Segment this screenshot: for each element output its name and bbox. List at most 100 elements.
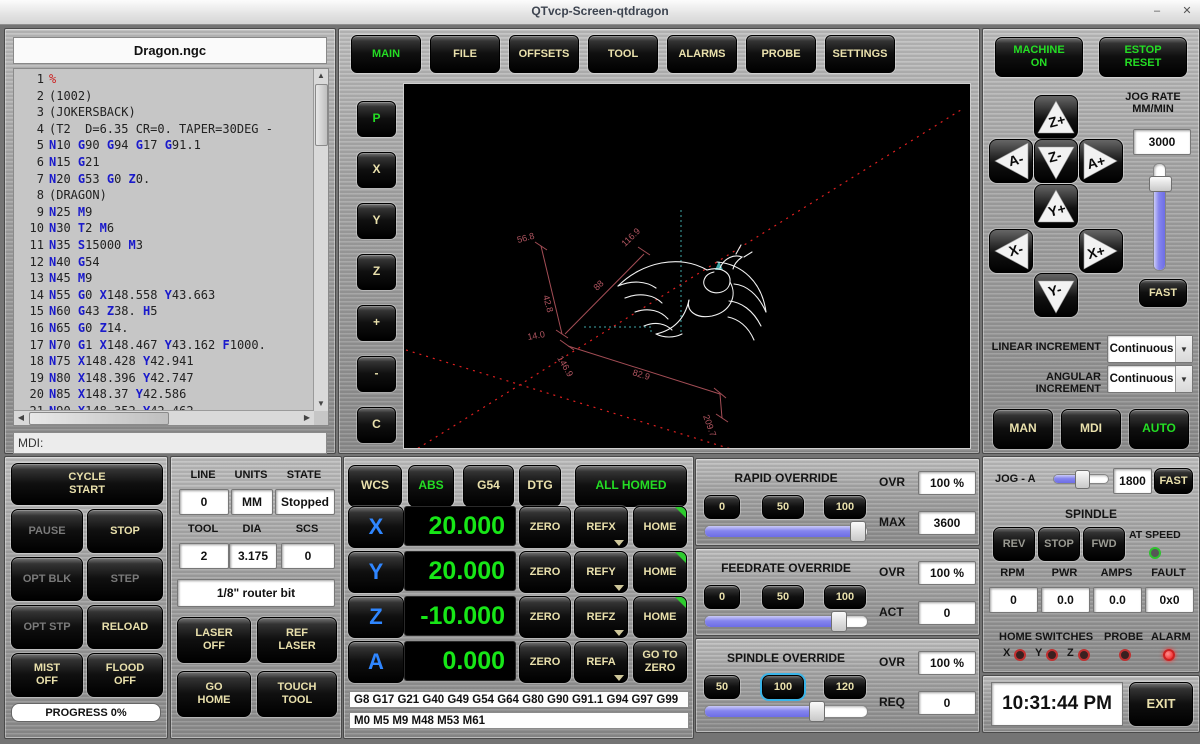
view-button-c[interactable]: C — [357, 407, 396, 443]
jog-rate-slider[interactable] — [1153, 163, 1166, 271]
override-preset-50[interactable]: 50 — [762, 585, 804, 609]
tab-alarms[interactable]: ALARMS — [667, 35, 737, 73]
override-slider[interactable] — [704, 525, 868, 538]
override-preset-50[interactable]: 50 — [704, 675, 740, 699]
zero-y-button[interactable]: ZERO — [519, 551, 571, 593]
override-slider[interactable] — [704, 705, 868, 718]
chevron-down-icon[interactable]: ▼ — [1175, 366, 1192, 392]
step-button[interactable]: STEP — [87, 557, 163, 601]
zero-x-button[interactable]: ZERO — [519, 506, 571, 548]
exit-button[interactable]: EXIT — [1129, 682, 1193, 726]
reload-button[interactable]: RELOAD — [87, 605, 163, 649]
jog-x-minus-button[interactable]: X- — [989, 229, 1033, 273]
override-slider[interactable] — [704, 615, 868, 628]
jog-fast-button[interactable]: FAST — [1139, 279, 1187, 307]
wcs-button[interactable]: WCS — [348, 465, 402, 507]
jog-y-minus-button[interactable]: Y- — [1034, 273, 1078, 317]
jog-a-minusplus-button[interactable]: A+ — [1079, 139, 1123, 183]
ref-a-button[interactable]: REFA — [574, 641, 628, 683]
override-preset-100[interactable]: 100 — [824, 495, 866, 519]
jog-z-minusplus-button[interactable]: Z+ — [1034, 95, 1078, 139]
graphics-preview[interactable]: 56.842.814.0146.988116.982.9209.7 — [403, 83, 971, 449]
jog-x-minusplus-button[interactable]: X+ — [1079, 229, 1123, 273]
laser-button[interactable]: LASER OFF — [177, 617, 251, 663]
tab-settings[interactable]: SETTINGS — [825, 35, 895, 73]
all-homed-button[interactable]: ALL HOMED — [575, 465, 687, 507]
linear-increment-dropdown[interactable]: Continuous ▼ — [1107, 335, 1193, 363]
ref-z-button[interactable]: REFZ — [574, 596, 628, 638]
mdi-mode-button[interactable]: MDI — [1061, 409, 1121, 449]
scroll-down-icon[interactable]: ▼ — [314, 397, 328, 411]
gcode-horizontal-scrollbar[interactable]: ◀ ▶ — [14, 410, 314, 425]
view-button-x[interactable]: X — [357, 152, 396, 188]
flood-button[interactable]: FLOOD OFF — [87, 653, 163, 697]
override-preset-50[interactable]: 50 — [762, 495, 804, 519]
tab-main[interactable]: MAIN — [351, 35, 421, 73]
optional-stop-button[interactable]: OPT STP — [11, 605, 83, 649]
override-preset-100[interactable]: 100 — [824, 585, 866, 609]
g54-button[interactable]: G54 — [463, 465, 514, 507]
spindle-rev-button[interactable]: REV — [993, 527, 1035, 561]
go-to-zero-a-button[interactable]: GO TO ZERO — [633, 641, 687, 683]
angular-increment-dropdown[interactable]: Continuous ▼ — [1107, 365, 1193, 393]
gcode-vertical-scrollbar[interactable]: ▲ ▼ — [313, 69, 328, 411]
gcode-viewer[interactable]: 1%2(1002)3(JOKERSBACK)4(T2 D=6.35 CR=0. … — [13, 68, 329, 426]
ref-y-button[interactable]: REFY — [574, 551, 628, 593]
scroll-right-icon[interactable]: ▶ — [300, 411, 314, 425]
spindle-fwd-button[interactable]: FWD — [1083, 527, 1125, 561]
axis-select-a[interactable]: A — [348, 641, 404, 683]
tab-tool[interactable]: TOOL — [588, 35, 658, 73]
tab-probe[interactable]: PROBE — [746, 35, 816, 73]
ref-x-button[interactable]: REFX — [574, 506, 628, 548]
axis-select-y[interactable]: Y — [348, 551, 404, 593]
jog-a-slider[interactable] — [1053, 474, 1109, 484]
optional-block-button[interactable]: OPT BLK — [11, 557, 83, 601]
estop-reset-button[interactable]: ESTOP RESET — [1099, 37, 1187, 77]
machine-on-button[interactable]: MACHINE ON — [995, 37, 1083, 77]
jog-a-rate-value[interactable]: 1800 — [1113, 468, 1152, 494]
home-y-button[interactable]: HOME — [633, 551, 687, 593]
view-button-p[interactable]: P — [357, 101, 396, 137]
man-mode-button[interactable]: MAN — [993, 409, 1053, 449]
mist-button[interactable]: MIST OFF — [11, 653, 83, 697]
tab-file[interactable]: FILE — [430, 35, 500, 73]
override-preset-120[interactable]: 120 — [824, 675, 866, 699]
override-preset-0[interactable]: 0 — [704, 495, 740, 519]
view-button-minus[interactable]: - — [357, 356, 396, 392]
minimize-button[interactable]: – — [1148, 3, 1166, 19]
view-button-y[interactable]: Y — [357, 203, 396, 239]
chevron-down-icon[interactable]: ▼ — [1175, 336, 1192, 362]
abs-button[interactable]: ABS — [408, 465, 454, 507]
override-preset-100[interactable]: 100 — [762, 675, 804, 699]
home-z-button[interactable]: HOME — [633, 596, 687, 638]
pause-button[interactable]: PAUSE — [11, 509, 83, 553]
override-preset-0[interactable]: 0 — [704, 585, 740, 609]
view-button-z[interactable]: Z — [357, 254, 396, 290]
jog-rate-value[interactable]: 3000 — [1133, 129, 1191, 155]
auto-mode-button[interactable]: AUTO — [1129, 409, 1189, 449]
scroll-up-icon[interactable]: ▲ — [314, 69, 328, 83]
spindle-stop-button[interactable]: STOP — [1038, 527, 1080, 561]
go-home-button[interactable]: GO HOME — [177, 671, 251, 717]
close-button[interactable]: ✕ — [1178, 3, 1196, 19]
jog-y-minusplus-button[interactable]: Y+ — [1034, 184, 1078, 228]
stop-button[interactable]: STOP — [87, 509, 163, 553]
gcode-vscroll-thumb[interactable] — [315, 84, 328, 146]
view-button-plus[interactable]: + — [357, 305, 396, 341]
zero-z-button[interactable]: ZERO — [519, 596, 571, 638]
zero-a-button[interactable]: ZERO — [519, 641, 571, 683]
axis-select-x[interactable]: X — [348, 506, 404, 548]
tab-offsets[interactable]: OFFSETS — [509, 35, 579, 73]
scroll-left-icon[interactable]: ◀ — [14, 411, 28, 425]
touch-tool-button[interactable]: TOUCH TOOL — [257, 671, 337, 717]
axis-select-z[interactable]: Z — [348, 596, 404, 638]
ref-laser-button[interactable]: REF LASER — [257, 617, 337, 663]
jog-a-minus-button[interactable]: A- — [989, 139, 1033, 183]
gcode-hscroll-thumb[interactable] — [29, 412, 169, 425]
jog-z-minus-button[interactable]: Z- — [1034, 139, 1078, 183]
mdi-input[interactable]: MDI: — [13, 432, 327, 454]
dtg-button[interactable]: DTG — [519, 465, 561, 507]
jog-a-fast-button[interactable]: FAST — [1154, 468, 1193, 494]
home-x-button[interactable]: HOME — [633, 506, 687, 548]
cycle-start-button[interactable]: CYCLE START — [11, 463, 163, 505]
